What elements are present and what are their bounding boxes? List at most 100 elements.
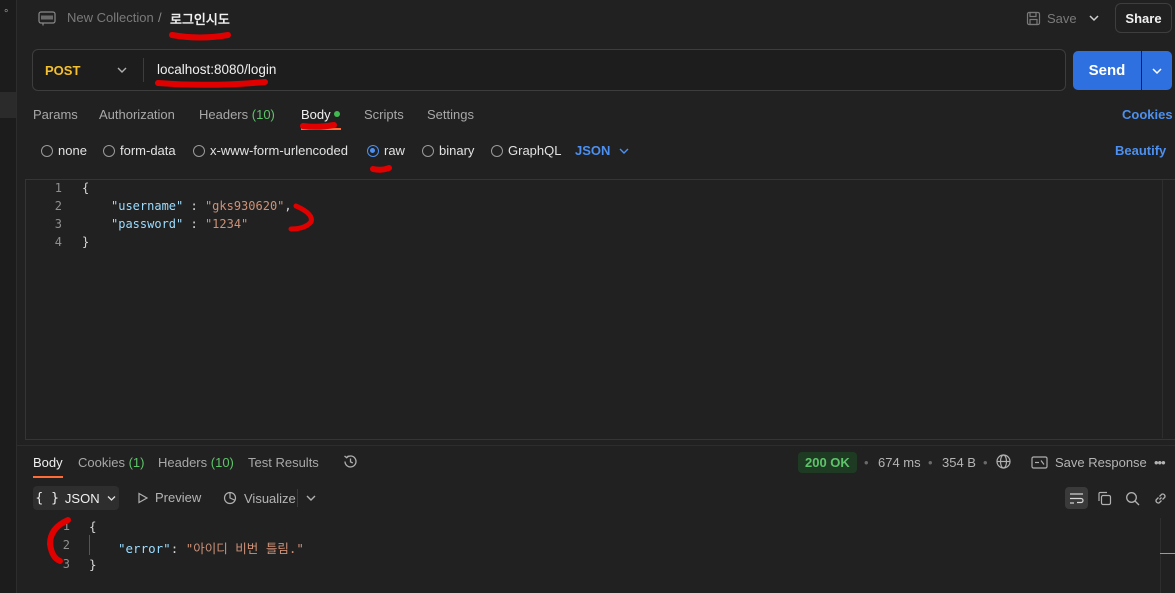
sidebar-strip: ° xyxy=(0,0,17,593)
radio-binary[interactable]: binary xyxy=(422,143,474,158)
save-response-button[interactable]: Save Response xyxy=(1031,455,1147,470)
chevron-down-icon[interactable] xyxy=(303,490,319,506)
radio-label: none xyxy=(58,143,87,158)
breadcrumb-separator: / xyxy=(158,10,162,25)
wrap-lines-icon xyxy=(1070,492,1084,504)
tab-headers[interactable]: Headers (10) xyxy=(199,107,275,122)
response-tab-test-results[interactable]: Test Results xyxy=(248,455,319,470)
response-tab-cookies[interactable]: Cookies (1) xyxy=(78,455,144,470)
json-colon: : xyxy=(170,541,186,556)
breadcrumb-collection[interactable]: New Collection xyxy=(67,10,154,25)
json-value: "gks930620" xyxy=(204,199,285,213)
radio-raw[interactable]: raw xyxy=(367,143,405,158)
response-tab-cookies-label: Cookies xyxy=(78,455,125,470)
chevron-down-icon xyxy=(619,148,629,154)
response-format-select[interactable]: { } JSON xyxy=(33,486,119,510)
response-size[interactable]: 354 B xyxy=(942,455,976,470)
radio-circle xyxy=(422,144,434,157)
json-key: "password" xyxy=(111,217,184,231)
globe-icon[interactable] xyxy=(995,453,1012,470)
radio-label: form-data xyxy=(120,143,176,158)
meta-separator: • xyxy=(864,455,869,470)
code-open-brace: { xyxy=(82,181,90,195)
beautify-button[interactable]: Beautify xyxy=(1115,143,1166,158)
link-button[interactable] xyxy=(1149,487,1172,509)
response-format-label: JSON xyxy=(64,490,100,506)
response-line-error: "error": "아이디 비번 틀림." xyxy=(118,538,304,557)
annotation-underline-body xyxy=(300,122,337,130)
tab-headers-label: Headers xyxy=(199,107,249,122)
format-select[interactable]: JSON xyxy=(575,143,630,158)
visualize-label: Visualize xyxy=(244,490,296,506)
line-number: 3 xyxy=(62,557,70,571)
search-button[interactable] xyxy=(1121,487,1144,509)
tab-headers-count: (10) xyxy=(251,107,275,122)
preview-button[interactable]: Preview xyxy=(137,490,201,505)
response-time[interactable]: 674 ms xyxy=(878,455,921,470)
radio-none[interactable]: none xyxy=(41,143,87,158)
search-icon xyxy=(1126,491,1140,505)
scrollbar-marker xyxy=(1160,553,1175,554)
annotation-underline-raw xyxy=(370,165,392,173)
cookies-link[interactable]: Cookies xyxy=(1122,107,1173,122)
response-open-brace: { xyxy=(89,519,97,534)
json-key: "username" xyxy=(111,199,184,213)
active-tab-underline xyxy=(33,476,63,478)
copy-button[interactable] xyxy=(1093,487,1116,509)
radio-circle xyxy=(491,144,503,157)
radio-urlencoded[interactable]: x-www-form-urlencoded xyxy=(193,143,348,158)
response-scrollbar[interactable] xyxy=(1160,518,1175,593)
tab-scripts[interactable]: Scripts xyxy=(364,107,404,122)
status-badge[interactable]: 200 OK xyxy=(798,452,857,473)
editor-scrollbar[interactable] xyxy=(1162,180,1174,438)
json-value: "아이디 비번 틀림." xyxy=(185,541,304,556)
radio-label: binary xyxy=(439,143,475,158)
json-colon: : xyxy=(183,217,205,231)
sidebar-glyph: ° xyxy=(4,8,9,20)
request-title[interactable]: 로그인시도 xyxy=(170,9,230,28)
radio-graphql[interactable]: GraphQL xyxy=(491,143,561,158)
response-close-brace: } xyxy=(89,557,97,572)
line-number: 1 xyxy=(54,181,62,195)
tab-params[interactable]: Params xyxy=(33,107,78,122)
response-tab-headers-count: (10) xyxy=(210,455,234,470)
json-colon: : xyxy=(183,199,205,213)
share-button[interactable]: Share xyxy=(1115,3,1172,33)
save-icon xyxy=(1026,11,1041,25)
copy-icon xyxy=(1098,491,1112,505)
radio-circle xyxy=(103,144,115,157)
line-number: 1 xyxy=(62,519,70,533)
radio-label: GraphQL xyxy=(508,143,562,158)
save-response-icon xyxy=(1031,456,1048,469)
history-icon[interactable] xyxy=(342,453,359,470)
response-tab-cookies-count: (1) xyxy=(128,455,145,470)
tab-body[interactable]: Body xyxy=(301,107,331,122)
json-value: "1234" xyxy=(204,217,249,231)
chevron-down-icon[interactable] xyxy=(1086,10,1102,26)
visualize-button[interactable]: Visualize xyxy=(222,490,296,506)
radio-circle xyxy=(41,144,53,157)
save-response-label: Save Response xyxy=(1055,455,1147,470)
tab-authorization[interactable]: Authorization xyxy=(99,107,175,122)
more-options-icon[interactable]: ••• xyxy=(1154,455,1166,470)
sidebar-selected-item[interactable] xyxy=(0,92,16,118)
send-options-button[interactable] xyxy=(1142,51,1172,90)
chevron-down-icon xyxy=(107,495,116,501)
response-tab-headers-label: Headers xyxy=(158,455,208,470)
radio-circle xyxy=(193,144,205,157)
response-tab-body[interactable]: Body xyxy=(33,455,63,470)
chevron-down-icon[interactable] xyxy=(115,63,129,77)
send-button[interactable]: Send xyxy=(1073,51,1141,90)
response-tab-headers[interactable]: Headers (10) xyxy=(158,455,234,470)
pane-divider[interactable] xyxy=(17,445,1175,446)
code-line-username: "username" : "gks930620", xyxy=(111,199,292,213)
http-file-icon xyxy=(38,11,56,26)
radio-form-data[interactable]: form-data xyxy=(103,143,176,158)
tab-settings[interactable]: Settings xyxy=(427,107,474,122)
save-button[interactable]: Save xyxy=(1026,6,1077,30)
method-select[interactable]: POST xyxy=(45,63,80,78)
wrap-lines-button[interactable] xyxy=(1065,487,1088,509)
chevron-down-icon xyxy=(1152,67,1162,74)
code-close-brace: } xyxy=(82,235,90,249)
url-input[interactable]: localhost:8080/login xyxy=(157,62,276,77)
